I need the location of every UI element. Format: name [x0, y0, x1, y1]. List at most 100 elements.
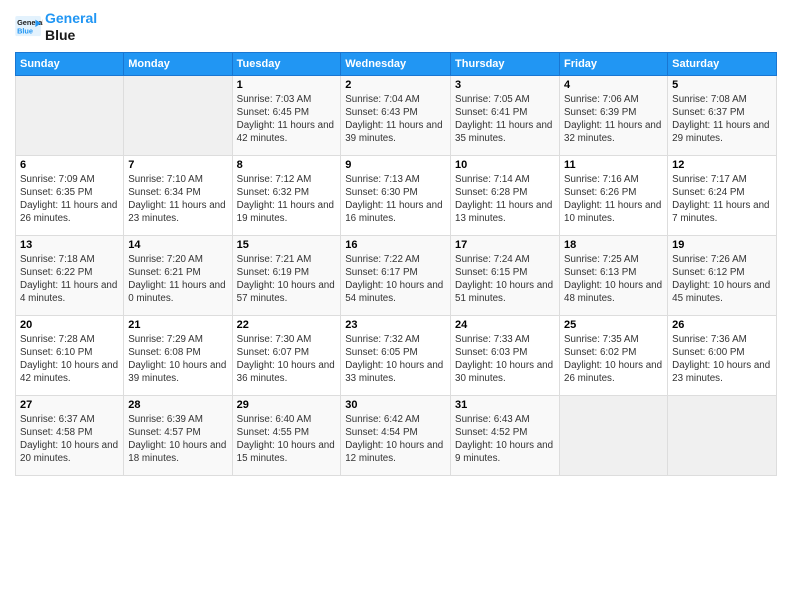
- day-number: 24: [455, 319, 555, 331]
- day-number: 25: [564, 319, 663, 331]
- day-info: Sunrise: 7:21 AM Sunset: 6:19 PM Dayligh…: [237, 253, 337, 306]
- day-info: Sunrise: 7:10 AM Sunset: 6:34 PM Dayligh…: [128, 173, 227, 226]
- page-header: General Blue GeneralBlue: [15, 10, 777, 44]
- day-info: Sunrise: 7:05 AM Sunset: 6:41 PM Dayligh…: [455, 93, 555, 146]
- day-number: 23: [345, 319, 446, 331]
- day-info: Sunrise: 7:06 AM Sunset: 6:39 PM Dayligh…: [564, 93, 663, 146]
- calendar-cell: [124, 75, 232, 155]
- calendar-cell: [668, 395, 777, 475]
- day-info: Sunrise: 7:36 AM Sunset: 6:00 PM Dayligh…: [672, 333, 772, 386]
- day-info: Sunrise: 6:37 AM Sunset: 4:58 PM Dayligh…: [20, 413, 119, 466]
- week-row-2: 6 Sunrise: 7:09 AM Sunset: 6:35 PM Daylig…: [16, 155, 777, 235]
- day-number: 2: [345, 79, 446, 91]
- day-info: Sunrise: 7:03 AM Sunset: 6:45 PM Dayligh…: [237, 93, 337, 146]
- calendar-cell: 7 Sunrise: 7:10 AM Sunset: 6:34 PM Daylig…: [124, 155, 232, 235]
- calendar-cell: 27Sunrise: 6:37 AM Sunset: 4:58 PM Dayli…: [16, 395, 124, 475]
- calendar-cell: 11 Sunrise: 7:16 AM Sunset: 6:26 PM Dayli…: [560, 155, 668, 235]
- day-number: 17: [455, 239, 555, 251]
- calendar-cell: 6 Sunrise: 7:09 AM Sunset: 6:35 PM Daylig…: [16, 155, 124, 235]
- day-number: 3: [455, 79, 555, 91]
- day-info: Sunrise: 7:13 AM Sunset: 6:30 PM Dayligh…: [345, 173, 446, 226]
- day-number: 7: [128, 159, 227, 171]
- day-info: Sunrise: 7:09 AM Sunset: 6:35 PM Dayligh…: [20, 173, 119, 226]
- day-number: 14: [128, 239, 227, 251]
- day-number: 15: [237, 239, 337, 251]
- svg-text:Blue: Blue: [17, 26, 33, 35]
- calendar-cell: 2 Sunrise: 7:04 AM Sunset: 6:43 PM Daylig…: [341, 75, 451, 155]
- weekday-header-tuesday: Tuesday: [232, 52, 341, 75]
- calendar-cell: 4Sunrise: 7:06 AM Sunset: 6:39 PM Daylig…: [560, 75, 668, 155]
- day-number: 6: [20, 159, 119, 171]
- calendar-cell: 8 Sunrise: 7:12 AM Sunset: 6:32 PM Daylig…: [232, 155, 341, 235]
- calendar-cell: 28Sunrise: 6:39 AM Sunset: 4:57 PM Dayli…: [124, 395, 232, 475]
- calendar-cell: 23 Sunrise: 7:32 AM Sunset: 6:05 PM Dayli…: [341, 315, 451, 395]
- calendar-cell: 3 Sunrise: 7:05 AM Sunset: 6:41 PM Daylig…: [451, 75, 560, 155]
- day-number: 21: [128, 319, 227, 331]
- logo-text: GeneralBlue: [45, 10, 97, 44]
- day-number: 12: [672, 159, 772, 171]
- day-number: 8: [237, 159, 337, 171]
- calendar-cell: 15 Sunrise: 7:21 AM Sunset: 6:19 PM Dayli…: [232, 235, 341, 315]
- day-number: 16: [345, 239, 446, 251]
- day-info: Sunrise: 7:12 AM Sunset: 6:32 PM Dayligh…: [237, 173, 337, 226]
- week-row-5: 27Sunrise: 6:37 AM Sunset: 4:58 PM Dayli…: [16, 395, 777, 475]
- day-info: Sunrise: 7:25 AM Sunset: 6:13 PM Dayligh…: [564, 253, 663, 306]
- day-info: Sunrise: 7:20 AM Sunset: 6:21 PM Dayligh…: [128, 253, 227, 306]
- day-info: Sunrise: 7:29 AM Sunset: 6:08 PM Dayligh…: [128, 333, 227, 386]
- day-number: 22: [237, 319, 337, 331]
- calendar-table: SundayMondayTuesdayWednesdayThursdayFrid…: [15, 52, 777, 476]
- calendar-cell: 1Sunrise: 7:03 AM Sunset: 6:45 PM Daylig…: [232, 75, 341, 155]
- day-number: 26: [672, 319, 772, 331]
- day-info: Sunrise: 6:43 AM Sunset: 4:52 PM Dayligh…: [455, 413, 555, 466]
- day-number: 28: [128, 399, 227, 411]
- day-number: 19: [672, 239, 772, 251]
- day-number: 5: [672, 79, 772, 91]
- calendar-cell: 9Sunrise: 7:13 AM Sunset: 6:30 PM Daylig…: [341, 155, 451, 235]
- day-number: 10: [455, 159, 555, 171]
- day-info: Sunrise: 7:14 AM Sunset: 6:28 PM Dayligh…: [455, 173, 555, 226]
- weekday-header-friday: Friday: [560, 52, 668, 75]
- day-number: 31: [455, 399, 555, 411]
- weekday-header-sunday: Sunday: [16, 52, 124, 75]
- day-info: Sunrise: 7:24 AM Sunset: 6:15 PM Dayligh…: [455, 253, 555, 306]
- day-info: Sunrise: 6:42 AM Sunset: 4:54 PM Dayligh…: [345, 413, 446, 466]
- day-info: Sunrise: 7:30 AM Sunset: 6:07 PM Dayligh…: [237, 333, 337, 386]
- calendar-cell: 22 Sunrise: 7:30 AM Sunset: 6:07 PM Dayli…: [232, 315, 341, 395]
- calendar-cell: 10 Sunrise: 7:14 AM Sunset: 6:28 PM Dayli…: [451, 155, 560, 235]
- day-info: Sunrise: 7:04 AM Sunset: 6:43 PM Dayligh…: [345, 93, 446, 146]
- calendar-cell: 30 Sunrise: 6:42 AM Sunset: 4:54 PM Dayli…: [341, 395, 451, 475]
- day-number: 30: [345, 399, 446, 411]
- day-info: Sunrise: 7:16 AM Sunset: 6:26 PM Dayligh…: [564, 173, 663, 226]
- logo-icon: General Blue: [15, 16, 43, 38]
- day-number: 20: [20, 319, 119, 331]
- day-info: Sunrise: 7:18 AM Sunset: 6:22 PM Dayligh…: [20, 253, 119, 306]
- day-info: Sunrise: 6:40 AM Sunset: 4:55 PM Dayligh…: [237, 413, 337, 466]
- calendar-cell: 19 Sunrise: 7:26 AM Sunset: 6:12 PM Dayli…: [668, 235, 777, 315]
- calendar-cell: [16, 75, 124, 155]
- day-info: Sunrise: 7:17 AM Sunset: 6:24 PM Dayligh…: [672, 173, 772, 226]
- weekday-header-wednesday: Wednesday: [341, 52, 451, 75]
- calendar-cell: 25 Sunrise: 7:35 AM Sunset: 6:02 PM Dayli…: [560, 315, 668, 395]
- day-number: 11: [564, 159, 663, 171]
- calendar-cell: 31 Sunrise: 6:43 AM Sunset: 4:52 PM Dayli…: [451, 395, 560, 475]
- week-row-3: 13 Sunrise: 7:18 AM Sunset: 6:22 PM Dayli…: [16, 235, 777, 315]
- day-info: Sunrise: 7:26 AM Sunset: 6:12 PM Dayligh…: [672, 253, 772, 306]
- calendar-cell: 17 Sunrise: 7:24 AM Sunset: 6:15 PM Dayli…: [451, 235, 560, 315]
- day-number: 13: [20, 239, 119, 251]
- day-info: Sunrise: 7:08 AM Sunset: 6:37 PM Dayligh…: [672, 93, 772, 146]
- day-number: 29: [237, 399, 337, 411]
- calendar-cell: 5 Sunrise: 7:08 AM Sunset: 6:37 PM Daylig…: [668, 75, 777, 155]
- week-row-4: 20Sunrise: 7:28 AM Sunset: 6:10 PM Dayli…: [16, 315, 777, 395]
- calendar-cell: 12 Sunrise: 7:17 AM Sunset: 6:24 PM Dayli…: [668, 155, 777, 235]
- weekday-header-row: SundayMondayTuesdayWednesdayThursdayFrid…: [16, 52, 777, 75]
- weekday-header-monday: Monday: [124, 52, 232, 75]
- calendar-cell: 16Sunrise: 7:22 AM Sunset: 6:17 PM Dayli…: [341, 235, 451, 315]
- calendar-cell: 14 Sunrise: 7:20 AM Sunset: 6:21 PM Dayli…: [124, 235, 232, 315]
- day-info: Sunrise: 7:35 AM Sunset: 6:02 PM Dayligh…: [564, 333, 663, 386]
- calendar-cell: 24Sunrise: 7:33 AM Sunset: 6:03 PM Dayli…: [451, 315, 560, 395]
- day-number: 18: [564, 239, 663, 251]
- calendar-cell: 13 Sunrise: 7:18 AM Sunset: 6:22 PM Dayli…: [16, 235, 124, 315]
- day-info: Sunrise: 7:32 AM Sunset: 6:05 PM Dayligh…: [345, 333, 446, 386]
- calendar-cell: 21 Sunrise: 7:29 AM Sunset: 6:08 PM Dayli…: [124, 315, 232, 395]
- calendar-cell: 29 Sunrise: 6:40 AM Sunset: 4:55 PM Dayli…: [232, 395, 341, 475]
